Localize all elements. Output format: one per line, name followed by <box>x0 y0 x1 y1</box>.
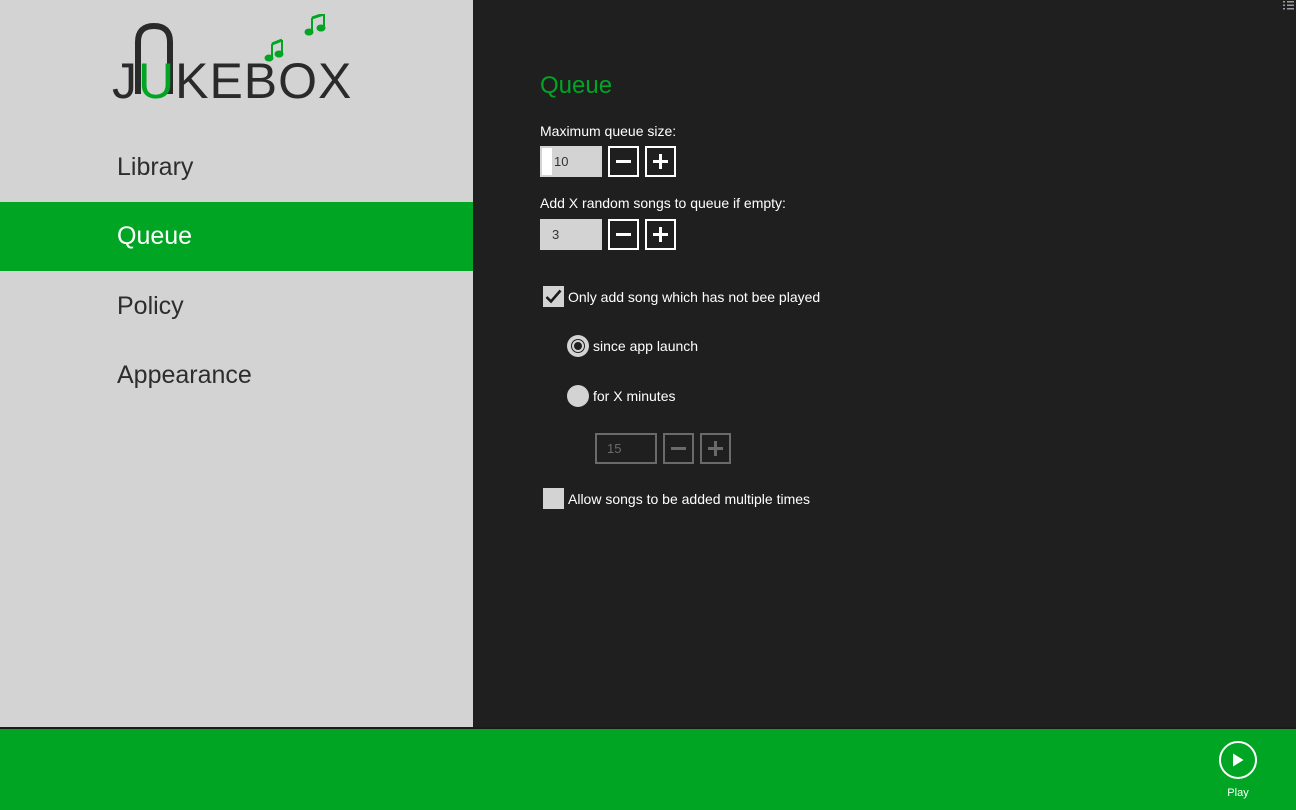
max-queue-decrement-button[interactable] <box>608 146 639 177</box>
minutes-decrement-button[interactable] <box>663 433 694 464</box>
allow-multiple-checkbox[interactable] <box>543 488 564 509</box>
only-unplayed-label: Only add song which has not bee played <box>568 288 821 305</box>
since-launch-label: since app launch <box>593 338 699 354</box>
sidebar-item-appearance[interactable]: Appearance <box>0 341 473 410</box>
sidebar-item-library[interactable]: Library <box>0 133 473 202</box>
jukebox-logo: JUKEBOX <box>112 14 353 109</box>
allow-multiple-checkbox-row[interactable]: Allow songs to be added multiple times <box>543 488 810 509</box>
random-songs-label: Add X random songs to queue if empty: <box>540 195 786 211</box>
max-queue-increment-button[interactable] <box>645 146 676 177</box>
logo-text: JUKEBOX <box>112 53 353 109</box>
max-queue-input[interactable]: 10 <box>540 146 602 177</box>
for-minutes-radio-row[interactable]: for X minutes <box>567 385 675 407</box>
app-bar: Play <box>0 727 1296 810</box>
play-icon <box>1219 741 1257 779</box>
plus-icon <box>653 154 668 169</box>
page-title: Queue <box>540 72 613 99</box>
minutes-increment-button[interactable] <box>700 433 731 464</box>
grip-icon[interactable] <box>1283 1 1294 10</box>
minutes-input[interactable]: 15 <box>595 433 657 464</box>
random-songs-increment-button[interactable] <box>645 219 676 250</box>
for-minutes-radio[interactable] <box>567 385 589 407</box>
max-queue-label: Maximum queue size: <box>540 123 677 139</box>
since-launch-radio[interactable] <box>567 335 589 357</box>
random-songs-decrement-button[interactable] <box>608 219 639 250</box>
checkmark-icon <box>545 289 562 304</box>
play-label: Play <box>1227 787 1249 799</box>
minus-icon <box>616 160 631 163</box>
sidebar: JUKEBOX Library Queue Policy Appearance <box>0 0 473 727</box>
allow-multiple-label: Allow songs to be added multiple times <box>568 490 811 507</box>
plus-icon <box>708 441 723 456</box>
random-songs-stepper: 3 <box>540 219 676 250</box>
settings-panel: Queue Maximum queue size: 10 Add X rando… <box>473 0 1296 727</box>
random-songs-input[interactable]: 3 <box>540 219 602 250</box>
max-queue-stepper: 10 <box>540 146 676 177</box>
only-unplayed-checkbox-row[interactable]: Only add song which has not bee played <box>543 286 820 307</box>
only-unplayed-checkbox[interactable] <box>543 286 564 307</box>
for-minutes-label: for X minutes <box>593 388 676 404</box>
minus-icon <box>616 233 631 236</box>
minutes-stepper: 15 <box>595 433 731 464</box>
since-launch-radio-row[interactable]: since app launch <box>567 335 698 357</box>
play-button[interactable]: Play <box>1214 741 1262 799</box>
sidebar-item-queue[interactable]: Queue <box>0 202 473 271</box>
sidebar-item-policy[interactable]: Policy <box>0 272 473 341</box>
plus-icon <box>653 227 668 242</box>
minus-icon <box>671 447 686 450</box>
app-window: JUKEBOX Library Queue Policy Appearance … <box>0 0 1296 810</box>
